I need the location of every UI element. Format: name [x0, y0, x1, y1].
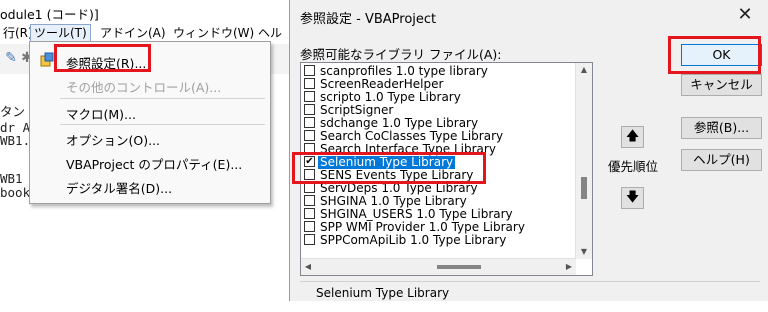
- library-checkbox[interactable]: [304, 182, 315, 193]
- library-checkbox[interactable]: [304, 143, 315, 154]
- library-checkbox[interactable]: [304, 208, 315, 219]
- priority-up-button[interactable]: 🡅: [621, 126, 644, 148]
- scrollbar-thumb[interactable]: [437, 265, 481, 269]
- scroll-up-icon[interactable]: ▲: [576, 63, 592, 77]
- references-dialog: 参照設定 - VBAProject ✕ 参照可能なライブラリ ファイル(A): …: [289, 0, 768, 301]
- library-checkbox[interactable]: [304, 104, 315, 115]
- vertical-scrollbar[interactable]: ▲ ▼: [575, 63, 592, 259]
- menu-help[interactable]: ヘル: [255, 25, 285, 42]
- scroll-left-icon[interactable]: ◀: [301, 259, 315, 275]
- library-checkbox[interactable]: [304, 195, 315, 206]
- code-line: WB1: [0, 171, 23, 186]
- browse-button[interactable]: 参照(B)...: [681, 117, 762, 139]
- selected-library-name: Selenium Type Library: [316, 286, 450, 300]
- library-checkbox[interactable]: [304, 65, 315, 76]
- library-checkbox[interactable]: [304, 169, 315, 180]
- library-row[interactable]: SPPComApiLib 1.0 Type Library: [301, 234, 579, 247]
- library-listbox[interactable]: scanprofiles 1.0 type library ScreenReade…: [300, 62, 593, 276]
- dialog-title: 参照設定 - VBAProject: [300, 12, 437, 27]
- menu-item-label: 参照設定(R)...: [66, 56, 147, 71]
- menu-item-label: マクロ(M)...: [66, 107, 136, 122]
- help-button[interactable]: ヘルプ(H): [681, 149, 762, 171]
- library-list-caption: 参照可能なライブラリ ファイル(A):: [300, 47, 502, 62]
- code-line: WB1.: [0, 133, 31, 148]
- close-icon[interactable]: ✕: [731, 3, 759, 27]
- menu-separator: [60, 124, 265, 125]
- priority-down-button[interactable]: 🡇: [621, 187, 644, 209]
- scroll-down-icon[interactable]: ▼: [576, 245, 592, 259]
- references-icon: [38, 52, 56, 70]
- horizontal-scrollbar[interactable]: ◀ ▶: [301, 258, 576, 275]
- menu-item-macros[interactable]: マクロ(M)...: [30, 101, 270, 123]
- tools-menu-dropdown: 参照設定(R)... その他のコントロール(A)... マクロ(M)... オプ…: [29, 41, 271, 204]
- vba-editor-window: odule1 (コード)] 行(R) ツール(T) アドイン(A) ウィンドウ(…: [0, 0, 300, 301]
- library-checkbox[interactable]: [304, 130, 315, 141]
- menu-item-label: その他のコントロール(A)...: [66, 80, 222, 95]
- library-checkbox[interactable]: [304, 117, 315, 128]
- menu-item-label: オプション(O)...: [66, 133, 161, 148]
- code-line: タン: [0, 104, 26, 119]
- library-name: SPPComApiLib 1.0 Type Library: [320, 233, 507, 247]
- menu-addins[interactable]: アドイン(A): [97, 25, 169, 42]
- code-line: book: [0, 185, 31, 200]
- scroll-right-icon[interactable]: ▶: [562, 259, 576, 275]
- menu-item-digital-signature[interactable]: デジタル署名(D)...: [30, 175, 270, 197]
- library-checkbox[interactable]: [304, 91, 315, 102]
- menu-item-references[interactable]: 参照設定(R)...: [30, 50, 270, 72]
- library-checkbox[interactable]: [304, 234, 315, 245]
- menu-item-other-controls: その他のコントロール(A)...: [30, 74, 270, 96]
- menu-item-project-properties[interactable]: VBAProject のプロパティ(E)...: [30, 151, 270, 173]
- library-checkbox[interactable]: ✔: [304, 156, 315, 167]
- priority-label: 優先順位: [608, 159, 659, 174]
- menu-item-label: デジタル署名(D)...: [66, 181, 173, 196]
- menu-separator: [60, 98, 265, 99]
- library-checkbox[interactable]: [304, 221, 315, 232]
- selected-library-group: Selenium Type Library: [300, 281, 760, 312]
- menu-item-options[interactable]: オプション(O)...: [30, 127, 270, 149]
- window-title: odule1 (コード)]: [0, 7, 99, 22]
- menu-item-label: VBAProject のプロパティ(E)...: [66, 157, 243, 172]
- scrollbar-thumb[interactable]: [581, 177, 587, 199]
- cancel-button[interactable]: キャンセル: [681, 74, 762, 96]
- menu-window[interactable]: ウィンドウ(W): [170, 25, 257, 42]
- ok-button[interactable]: OK: [681, 44, 762, 66]
- library-checkbox[interactable]: [304, 78, 315, 89]
